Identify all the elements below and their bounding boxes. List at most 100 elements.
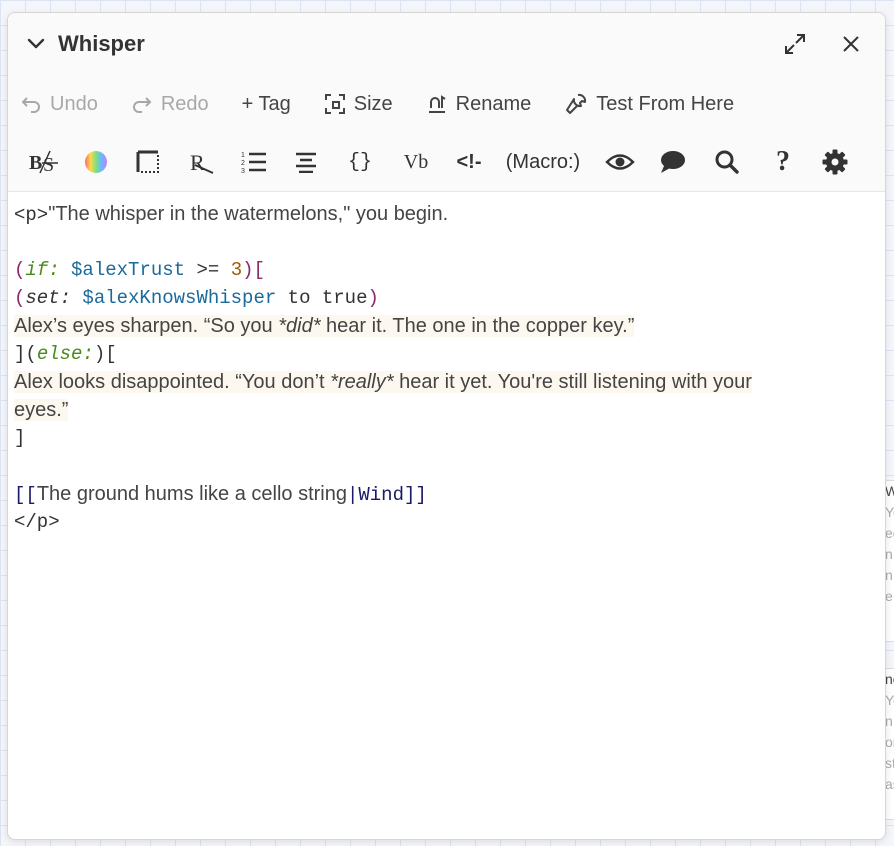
prose-text: Alex looks disappointed. “You don’t [14,371,331,393]
code-line: [[The ground hums like a cello string|Wi… [14,480,879,508]
rainbow-color-icon [85,151,107,173]
maximize-icon[interactable] [777,26,813,62]
undo-label: Undo [50,92,98,115]
size-label: Size [353,92,393,115]
test-from-here-button[interactable]: Test From Here [564,92,734,116]
code-line: ] [14,424,879,452]
prose-text: eyes.” [14,399,69,421]
undo-button[interactable]: Undo [20,93,98,116]
verbatim-icon: Vb [403,150,429,173]
code-line: Alex’s eyes sharpen. “So you *did* hear … [14,312,879,340]
macro-label: (Macro:) [505,150,581,173]
svg-text:2: 2 [241,160,245,167]
help-button[interactable]: ? [756,142,810,182]
html-comment-icon: <!- [456,150,482,173]
redo-button[interactable]: Redo [131,93,209,116]
passage-text-editor[interactable]: <p>"The whisper in the watermelons," you… [8,192,885,536]
eye-icon [605,154,635,170]
tooltips-button[interactable] [648,142,698,182]
code-line: Alex looks disappointed. “You don’t *rea… [14,368,879,396]
comment-button[interactable]: <!- [444,142,494,182]
search-icon [715,150,739,174]
code-line: (set: $alexKnowsWhisper to true) [14,284,879,312]
align-right-button[interactable]: R [174,142,228,182]
macro-name: else: [36,343,94,365]
help-icon: ? [776,146,790,177]
center-align-icon [296,152,316,173]
macro-paren: ( [14,287,26,309]
italic-text: *did* [278,315,321,337]
macro-button[interactable]: (Macro:) [494,142,592,182]
wrench-icon [566,93,587,114]
link-bracket: ]] [403,484,427,506]
rename-button[interactable]: Rename [426,92,532,116]
rename-label: Rename [455,92,532,115]
svg-text:1: 1 [241,152,245,159]
italic-text: *really* [330,371,394,393]
number: 3 [230,259,243,281]
close-icon[interactable] [833,26,869,62]
passage-edit-dialog: Whisper Undo Redo + Tag Size Rename Test… [7,12,886,840]
prose-text: "The whisper in the watermelons," you be… [48,203,449,225]
color-button[interactable] [70,142,122,182]
list-button[interactable]: 123 [228,142,280,182]
numbered-list-icon: 123 [241,152,266,174]
bold-strike-button[interactable]: BS [20,142,70,182]
link-target: Wind [358,484,404,506]
macro-paren: )[ [242,259,265,281]
link-separator: | [346,484,359,506]
size-button[interactable]: Size [324,93,393,116]
format-toolbar: BS R 123 {} Vb <!- (Macro:) ? [8,133,885,192]
macro-name: if: [25,259,60,281]
gear-icon [822,149,848,175]
verbatim-button[interactable]: Vb [388,142,444,182]
find-button[interactable] [698,142,756,182]
macro-paren: ( [14,259,26,281]
hook-bracket: )[ [93,343,117,365]
border-icon [136,150,159,173]
collapse-chevron-icon[interactable] [26,34,46,54]
keyword: to true [287,287,368,309]
hook-bracket: ] [14,427,26,449]
variable: $alexTrust [71,259,186,281]
operator: >= [196,259,220,281]
prose-text: hear it. The one in the copper key.” [320,315,635,337]
macro-name: set: [25,287,72,309]
tag-label: + Tag [241,92,291,115]
code-line: </p> [14,508,879,536]
variable: $alexKnowsWhisper [82,287,277,309]
dialog-titlebar: Whisper [8,13,885,75]
collapse-whitespace-button[interactable]: {} [332,142,388,182]
border-button[interactable] [122,142,174,182]
code-line: <p>"The whisper in the watermelons," you… [14,200,879,228]
code-line: eyes.” [14,396,879,424]
settings-button[interactable] [810,142,860,182]
bold-strike-icon: BS [29,150,58,175]
redo-label: Redo [160,92,209,115]
prose-text: hear it yet. You're still listening with… [393,371,752,393]
code-line: ](else:)[ [14,340,879,368]
redo-icon [132,97,152,113]
add-tag-button[interactable]: + Tag [242,93,291,116]
speech-bubble-icon [661,151,685,173]
preview-button[interactable] [592,142,648,182]
hook-bracket: ]( [14,343,37,365]
html-tag: </p> [14,511,60,533]
braces-icon: {} [347,150,372,174]
center-align-button[interactable] [280,142,332,182]
link-bracket: [[ [14,484,37,506]
undo-icon [21,97,40,113]
html-tag: <p> [14,204,49,226]
code-line: (if: $alexTrust >= 3)[ [14,256,879,284]
test-from-here-label: Test From Here [596,92,735,115]
svg-text:3: 3 [241,168,245,174]
link-text: The ground hums like a cello string [36,483,347,505]
passage-toolbar: Undo Redo + Tag Size Rename Test From He… [8,75,885,133]
size-icon [324,94,345,114]
rename-icon [428,95,446,113]
svg-text:R: R [190,150,205,175]
prose-text: Alex’s eyes sharpen. “So you [14,315,279,337]
dialog-title: Whisper [58,31,145,56]
macro-paren: ) [367,287,379,309]
